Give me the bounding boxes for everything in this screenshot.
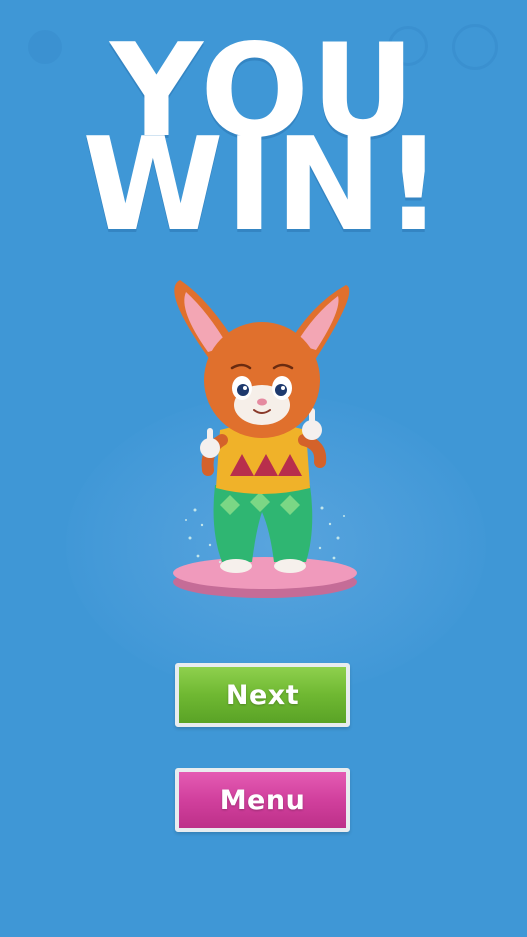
pink-pedestal-icon bbox=[173, 557, 357, 598]
next-button-label: Next bbox=[225, 679, 300, 711]
cartoon-fox-character-icon bbox=[173, 280, 357, 598]
menu-button-label: Menu bbox=[219, 784, 306, 816]
win-title-line2: WIN! bbox=[82, 111, 445, 260]
next-button[interactable]: Next bbox=[175, 663, 350, 727]
menu-button[interactable]: Menu bbox=[175, 768, 350, 832]
